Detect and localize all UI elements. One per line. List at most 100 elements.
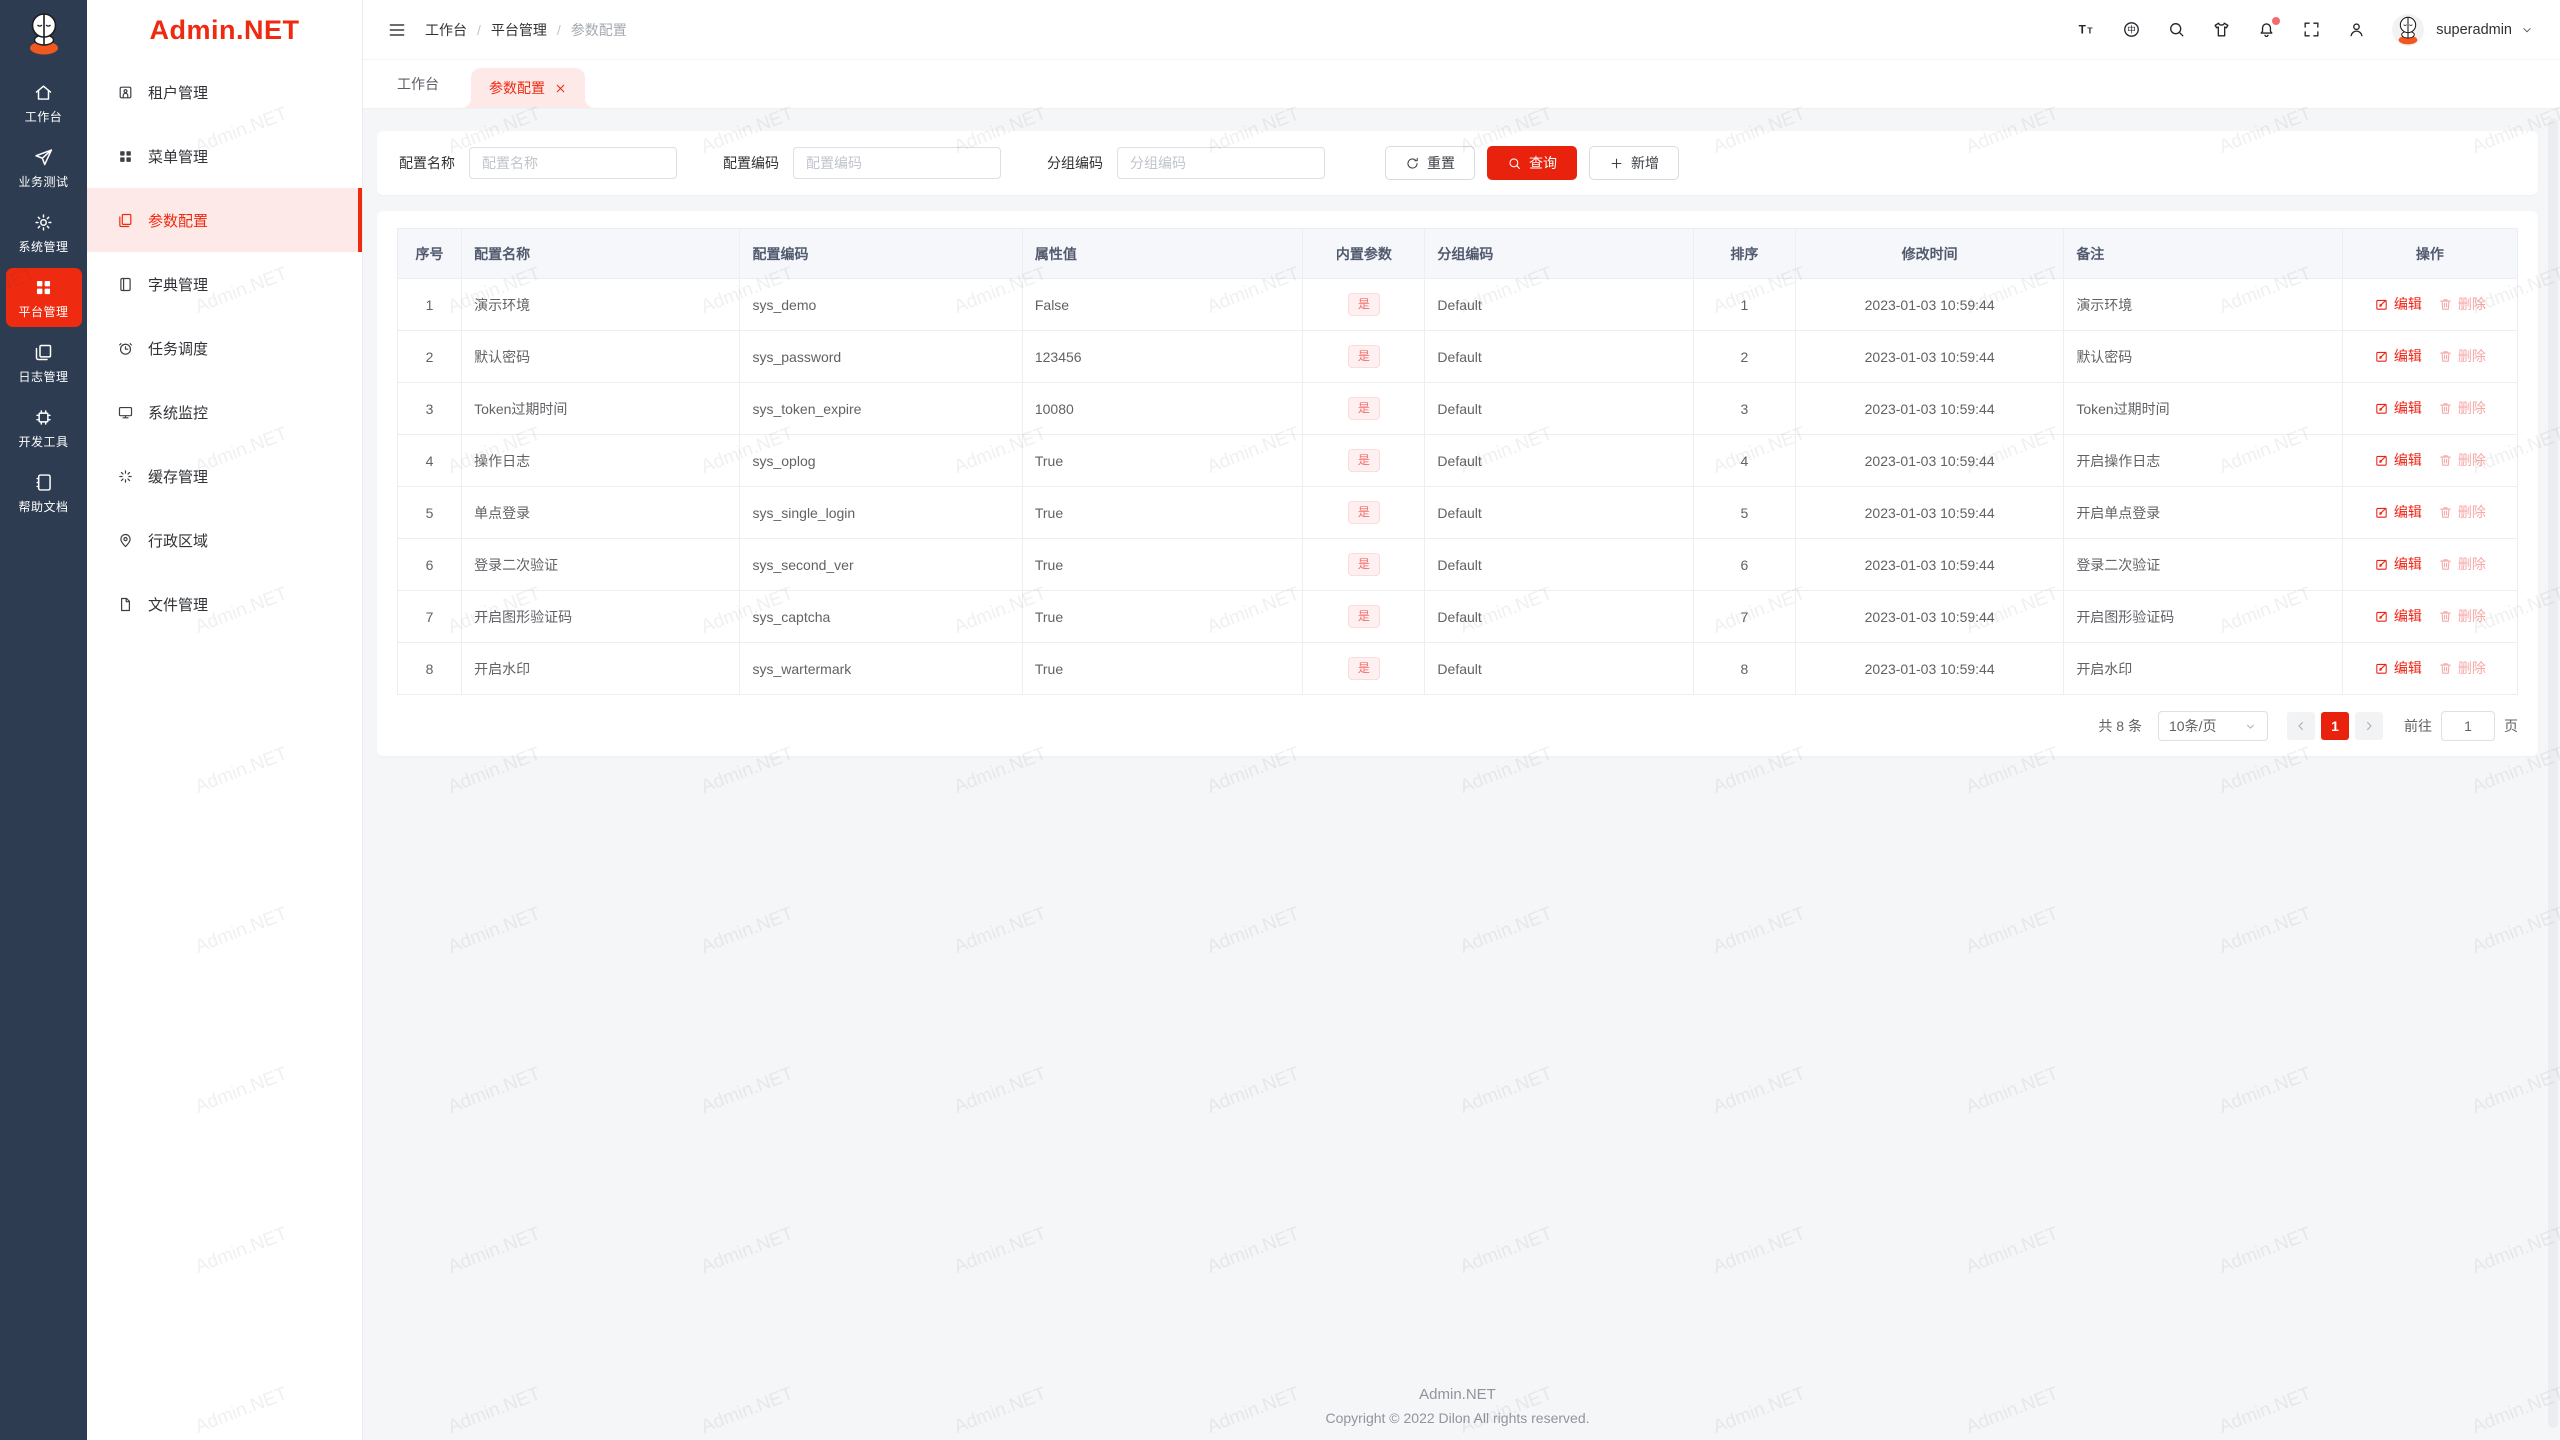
scrollbar[interactable] (2548, 118, 2558, 1428)
edit-link[interactable]: 编辑 (2374, 658, 2422, 678)
rail-item-帮助文档[interactable]: 帮助文档 (6, 463, 82, 522)
rail-item-日志管理[interactable]: 日志管理 (6, 333, 82, 392)
delete-link[interactable]: 删除 (2438, 606, 2486, 626)
theme-icon[interactable] (2212, 20, 2231, 39)
language-icon[interactable]: 中 (2122, 20, 2141, 39)
table-cell: 2023-01-03 10:59:44 (1794, 434, 2065, 487)
table-cell: 2 (396, 330, 463, 383)
collapse-sidebar-icon[interactable] (387, 20, 407, 40)
sidebar-item-缓存管理[interactable]: 缓存管理 (87, 444, 362, 508)
table-cell: Token过期时间 (461, 382, 741, 435)
sidebar-item-字典管理[interactable]: 字典管理 (87, 252, 362, 316)
edit-link[interactable]: 编辑 (2374, 502, 2422, 522)
edit-link[interactable]: 编辑 (2374, 450, 2422, 470)
delete-link[interactable]: 删除 (2438, 658, 2486, 678)
rail-item-开发工具[interactable]: 开发工具 (6, 398, 82, 457)
search-field-label: 配置名称 (399, 155, 455, 171)
edit-link[interactable]: 编辑 (2374, 554, 2422, 574)
footer: Admin.NET Copyright © 2022 Dilon All rig… (377, 1366, 2538, 1440)
table-cell: 2023-01-03 10:59:44 (1794, 382, 2065, 435)
fullscreen-icon[interactable] (2302, 20, 2321, 39)
tab-参数配置[interactable]: 参数配置 (461, 68, 595, 108)
table-header: 序号 配置名称 配置编码 属性值 内置参数 分组编码 排序 修改时间 备注 操作 (396, 228, 2519, 279)
table-cell: sys_captcha (739, 590, 1023, 643)
delete-link[interactable]: 删除 (2438, 450, 2486, 470)
mascot-logo-icon[interactable] (20, 9, 68, 57)
builtin-badge: 是 (1347, 552, 1380, 577)
column-header: 配置名称 (461, 228, 741, 279)
edit-icon (2374, 557, 2389, 572)
goto-page-input[interactable] (2441, 711, 2495, 741)
pagination: 共 8 条 10条/页 1 前往 页 (397, 711, 2518, 741)
table-cell: 演示环境 (2063, 278, 2343, 331)
sidebar-item-系统监控[interactable]: 系统监控 (87, 380, 362, 444)
username[interactable]: superadmin (2436, 22, 2512, 38)
edit-icon (2374, 505, 2389, 520)
add-button[interactable]: 新增 (1589, 146, 1679, 180)
edit-link[interactable]: 编辑 (2374, 606, 2422, 626)
delete-link[interactable]: 删除 (2438, 398, 2486, 418)
table-cell: 是 (1302, 434, 1426, 487)
rail-item-平台管理[interactable]: 平台管理 (5, 268, 82, 327)
sidebar-item-任务调度[interactable]: 任务调度 (87, 316, 362, 380)
delete-link[interactable]: 删除 (2438, 554, 2486, 574)
reset-button[interactable]: 重置 (1385, 146, 1475, 180)
tab-工作台[interactable]: 工作台 (379, 59, 457, 108)
breadcrumb-item[interactable]: 平台管理 (491, 20, 547, 40)
search-buttons: 重置 查询 新增 (1385, 146, 1679, 180)
table-cell: Default (1424, 642, 1694, 695)
table-cell: 开启操作日志 (2063, 434, 2343, 487)
sidebar-item-行政区域[interactable]: 行政区域 (87, 508, 362, 572)
table-cell: True (1021, 538, 1304, 591)
config-table: 序号 配置名称 配置编码 属性值 内置参数 分组编码 排序 修改时间 备注 操作 1 演示环境 sys… (396, 228, 2519, 695)
module-sidebar: Admin.NET 租户管理 菜单管理 参数配置 字典管理 任务调度 系统监控 缓存管理 行政… (87, 0, 363, 1440)
edit-link[interactable]: 编辑 (2374, 398, 2422, 418)
delete-link[interactable]: 删除 (2438, 346, 2486, 366)
breadcrumb-item: 参数配置 (570, 21, 627, 38)
table-cell: 2023-01-03 10:59:44 (1794, 486, 2065, 539)
sidebar-item-菜单管理[interactable]: 菜单管理 (87, 124, 362, 188)
search-icon[interactable] (2167, 20, 2186, 39)
table-cell: 7 (396, 590, 463, 643)
edit-label: 编辑 (2393, 660, 2422, 677)
current-page-button[interactable]: 1 (2321, 712, 2349, 740)
rail-item-业务测试[interactable]: 业务测试 (6, 138, 82, 197)
rail-item-系统管理[interactable]: 系统管理 (6, 203, 82, 262)
table-cell: Default (1424, 590, 1694, 643)
profile-icon[interactable] (2347, 20, 2366, 39)
location-pin-icon (117, 532, 134, 549)
page-size-select[interactable]: 10条/页 (2158, 711, 2268, 741)
delete-link[interactable]: 删除 (2438, 294, 2486, 314)
table-cell: 开启水印 (461, 642, 741, 695)
font-size-icon[interactable]: TT (2077, 20, 2096, 39)
sidebar-item-文件管理[interactable]: 文件管理 (87, 572, 362, 636)
rail-item-工作台[interactable]: 工作台 (6, 73, 82, 132)
column-header: 排序 (1692, 228, 1796, 279)
avatar[interactable] (2392, 13, 2425, 46)
table-cell: 是 (1302, 590, 1426, 643)
next-page-button[interactable] (2355, 712, 2383, 740)
edit-link[interactable]: 编辑 (2374, 294, 2422, 314)
delete-link[interactable]: 删除 (2438, 502, 2486, 522)
bell-icon[interactable] (2257, 17, 2281, 39)
prev-page-button[interactable] (2287, 712, 2315, 740)
config-name-input[interactable] (469, 147, 677, 179)
edit-link[interactable]: 编辑 (2374, 346, 2422, 366)
chevron-down-icon[interactable] (2520, 23, 2534, 37)
sidebar-item-租户管理[interactable]: 租户管理 (87, 60, 362, 124)
query-button[interactable]: 查询 (1487, 146, 1577, 180)
config-code-input[interactable] (793, 147, 1001, 179)
group-code-input[interactable] (1117, 147, 1325, 179)
footer-app-name: Admin.NET (1419, 1386, 1496, 1403)
table-cell: sys_oplog (739, 434, 1023, 487)
table-cell: 8 (1692, 642, 1796, 695)
close-icon[interactable] (554, 82, 567, 95)
sidebar-item-参数配置[interactable]: 参数配置 (87, 188, 362, 252)
table-cell: 是 (1302, 278, 1426, 331)
table-cell: Token过期时间 (2063, 382, 2343, 435)
column-header: 序号 (396, 228, 463, 279)
breadcrumb-item[interactable]: 工作台 (425, 20, 467, 40)
search-field-label: 配置编码 (723, 155, 779, 171)
table-cell: 编辑 删除 (2341, 330, 2519, 383)
breadcrumb: 工作台 / 平台管理 / 参数配置 (425, 20, 627, 40)
